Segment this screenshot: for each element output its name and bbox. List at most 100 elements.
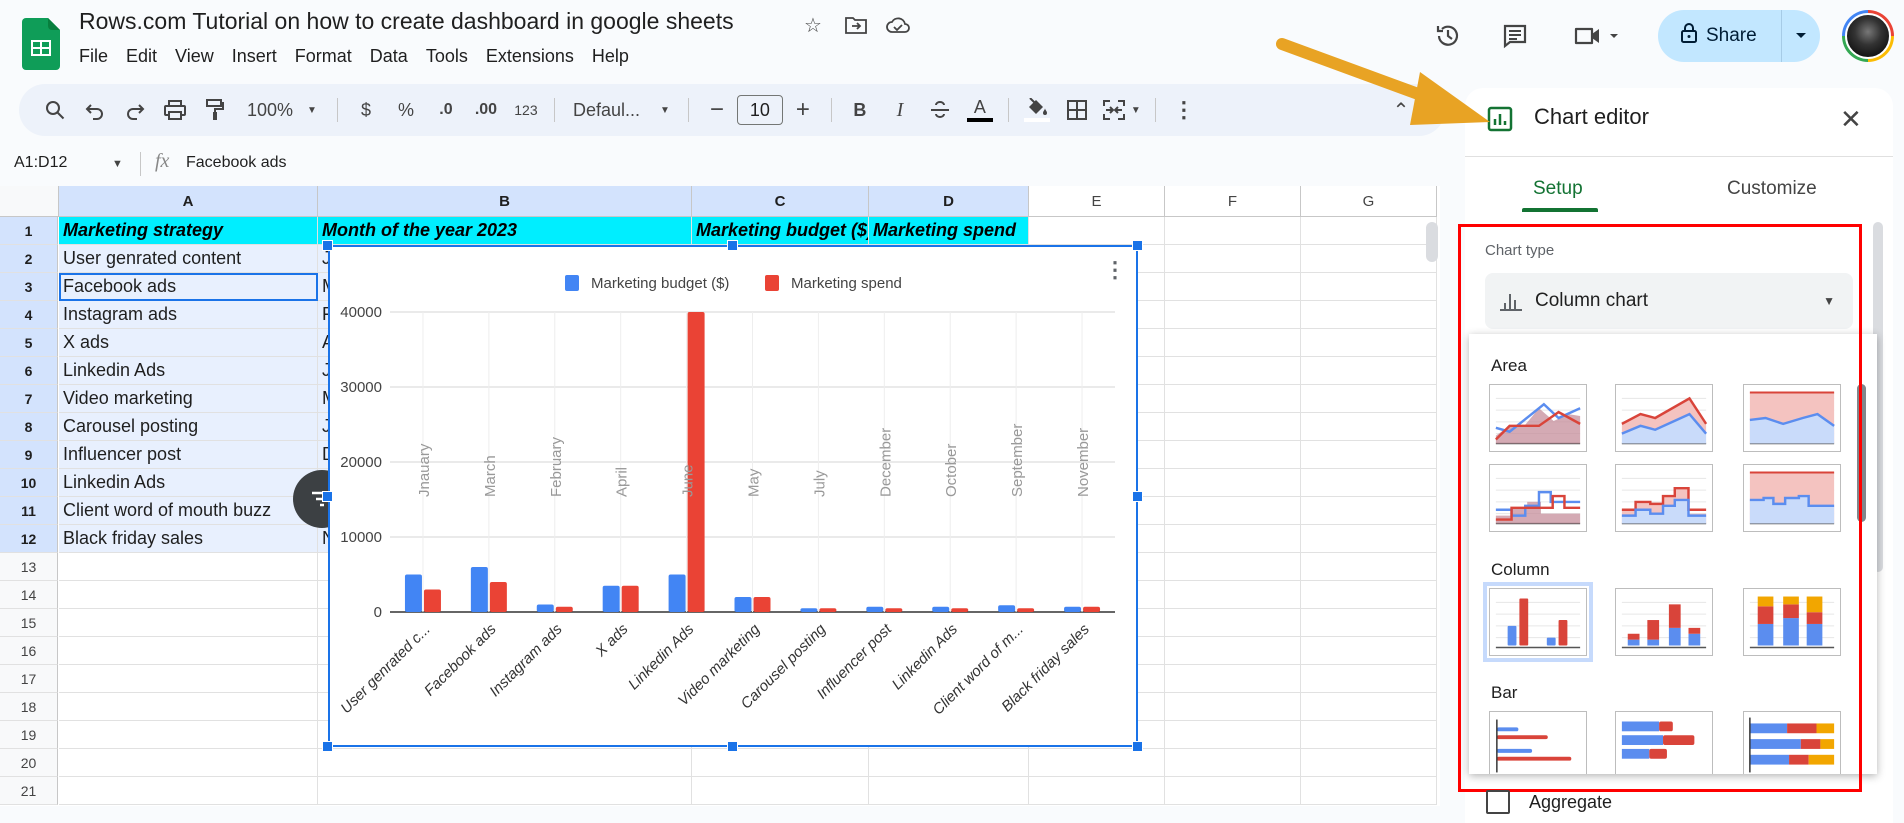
share-button[interactable]: Share xyxy=(1658,10,1820,62)
row-header[interactable]: 9 xyxy=(0,441,58,469)
paint-format-icon[interactable] xyxy=(197,92,233,128)
cell[interactable]: Client word of mouth buzz xyxy=(59,497,318,525)
bold-button[interactable]: B xyxy=(842,92,878,128)
resize-handle[interactable] xyxy=(322,240,333,251)
star-icon[interactable]: ☆ xyxy=(800,12,826,38)
cell[interactable] xyxy=(1165,525,1301,553)
redo-icon[interactable] xyxy=(117,92,153,128)
cell[interactable] xyxy=(1301,217,1437,245)
cell[interactable]: Marketing strategy xyxy=(59,217,318,245)
cell[interactable] xyxy=(59,609,318,637)
row-header[interactable]: 10 xyxy=(0,469,58,497)
cell[interactable]: Black friday sales xyxy=(59,525,318,553)
avatar[interactable] xyxy=(1842,10,1894,62)
cell[interactable] xyxy=(59,749,318,777)
cell[interactable] xyxy=(1165,581,1301,609)
column-header-a[interactable]: A xyxy=(59,186,318,217)
cell[interactable] xyxy=(1165,217,1301,245)
cell[interactable] xyxy=(1301,329,1437,357)
name-box[interactable]: A1:D12 xyxy=(14,154,67,172)
resize-handle[interactable] xyxy=(322,741,333,752)
cell[interactable] xyxy=(1165,441,1301,469)
cell[interactable] xyxy=(1301,749,1437,777)
menu-tools[interactable]: Tools xyxy=(426,44,476,69)
column-header-d[interactable]: D xyxy=(869,186,1029,217)
resize-handle[interactable] xyxy=(1132,491,1143,502)
cell[interactable] xyxy=(1301,357,1437,385)
cell[interactable]: Influencer post xyxy=(59,441,318,469)
search-icon[interactable] xyxy=(37,92,73,128)
cell[interactable] xyxy=(869,777,1029,805)
cell[interactable] xyxy=(1301,553,1437,581)
cell[interactable]: User genrated content xyxy=(59,245,318,273)
share-dropdown-icon[interactable] xyxy=(1782,32,1820,40)
cell[interactable]: Video marketing xyxy=(59,385,318,413)
cell[interactable] xyxy=(1165,749,1301,777)
tab-setup[interactable]: Setup xyxy=(1533,178,1583,200)
row-header[interactable]: 18 xyxy=(0,693,58,721)
borders-icon[interactable] xyxy=(1059,92,1095,128)
merge-cells-icon[interactable]: ▼ xyxy=(1099,92,1145,128)
menu-insert[interactable]: Insert xyxy=(232,44,285,69)
row-header[interactable]: 14 xyxy=(0,581,58,609)
column-header-c[interactable]: C xyxy=(692,186,869,217)
cell[interactable] xyxy=(1301,777,1437,805)
cell[interactable] xyxy=(1165,385,1301,413)
cell[interactable] xyxy=(59,581,318,609)
cell[interactable]: Month of the year 2023 xyxy=(318,217,692,245)
cell[interactable] xyxy=(1029,749,1165,777)
row-header[interactable]: 20 xyxy=(0,749,58,777)
column-header-e[interactable]: E xyxy=(1029,186,1165,217)
cell[interactable] xyxy=(1301,469,1437,497)
zoom-select[interactable]: 100% ▼ xyxy=(237,92,327,128)
cell[interactable] xyxy=(1301,693,1437,721)
cell[interactable] xyxy=(1165,413,1301,441)
sheets-logo[interactable] xyxy=(22,18,60,70)
cell[interactable]: Linkedin Ads xyxy=(59,357,318,385)
row-header[interactable]: 6 xyxy=(0,357,58,385)
row-header[interactable]: 5 xyxy=(0,329,58,357)
decrease-decimal-button[interactable]: .0 xyxy=(428,92,464,128)
cell[interactable]: Marketing spend xyxy=(869,217,1029,245)
cell[interactable] xyxy=(1301,609,1437,637)
cell[interactable] xyxy=(59,553,318,581)
percent-format-button[interactable]: % xyxy=(388,92,424,128)
italic-button[interactable]: I xyxy=(882,92,918,128)
tab-customize[interactable]: Customize xyxy=(1727,178,1817,200)
menu-edit[interactable]: Edit xyxy=(126,44,165,69)
cell[interactable] xyxy=(1165,497,1301,525)
print-icon[interactable] xyxy=(157,92,193,128)
cell[interactable] xyxy=(1029,217,1165,245)
document-title[interactable]: Rows.com Tutorial on how to create dashb… xyxy=(79,8,734,35)
cell[interactable] xyxy=(1301,385,1437,413)
row-header[interactable]: 8 xyxy=(0,413,58,441)
cell[interactable] xyxy=(1165,273,1301,301)
font-select[interactable]: Defaul... ▼ xyxy=(565,92,678,128)
cell[interactable] xyxy=(1301,525,1437,553)
column-chart[interactable]: 0 10000 20000 30000 40000 Jnauary March Februar… xyxy=(328,245,1138,747)
select-all-corner[interactable] xyxy=(0,186,59,217)
cell[interactable] xyxy=(1301,441,1437,469)
cell[interactable] xyxy=(1165,609,1301,637)
active-cell[interactable]: Facebook ads xyxy=(59,273,318,301)
cell[interactable] xyxy=(1301,413,1437,441)
row-header[interactable]: 13 xyxy=(0,553,58,581)
cell[interactable] xyxy=(1301,497,1437,525)
column-header-g[interactable]: G xyxy=(1301,186,1437,217)
menu-view[interactable]: View xyxy=(175,44,222,69)
cell[interactable]: Carousel posting xyxy=(59,413,318,441)
cell[interactable] xyxy=(1165,637,1301,665)
resize-handle[interactable] xyxy=(727,240,738,251)
move-folder-icon[interactable] xyxy=(843,12,869,38)
resize-handle[interactable] xyxy=(1132,240,1143,251)
cloud-saved-icon[interactable] xyxy=(885,12,911,38)
cell[interactable] xyxy=(1301,721,1437,749)
cell[interactable] xyxy=(59,665,318,693)
cell[interactable] xyxy=(1301,665,1437,693)
fill-color-icon[interactable] xyxy=(1019,92,1055,128)
cell[interactable]: Instagram ads xyxy=(59,301,318,329)
resize-handle[interactable] xyxy=(727,741,738,752)
cell[interactable] xyxy=(1165,301,1301,329)
cell[interactable] xyxy=(59,693,318,721)
vertical-scrollbar[interactable] xyxy=(1426,222,1438,262)
